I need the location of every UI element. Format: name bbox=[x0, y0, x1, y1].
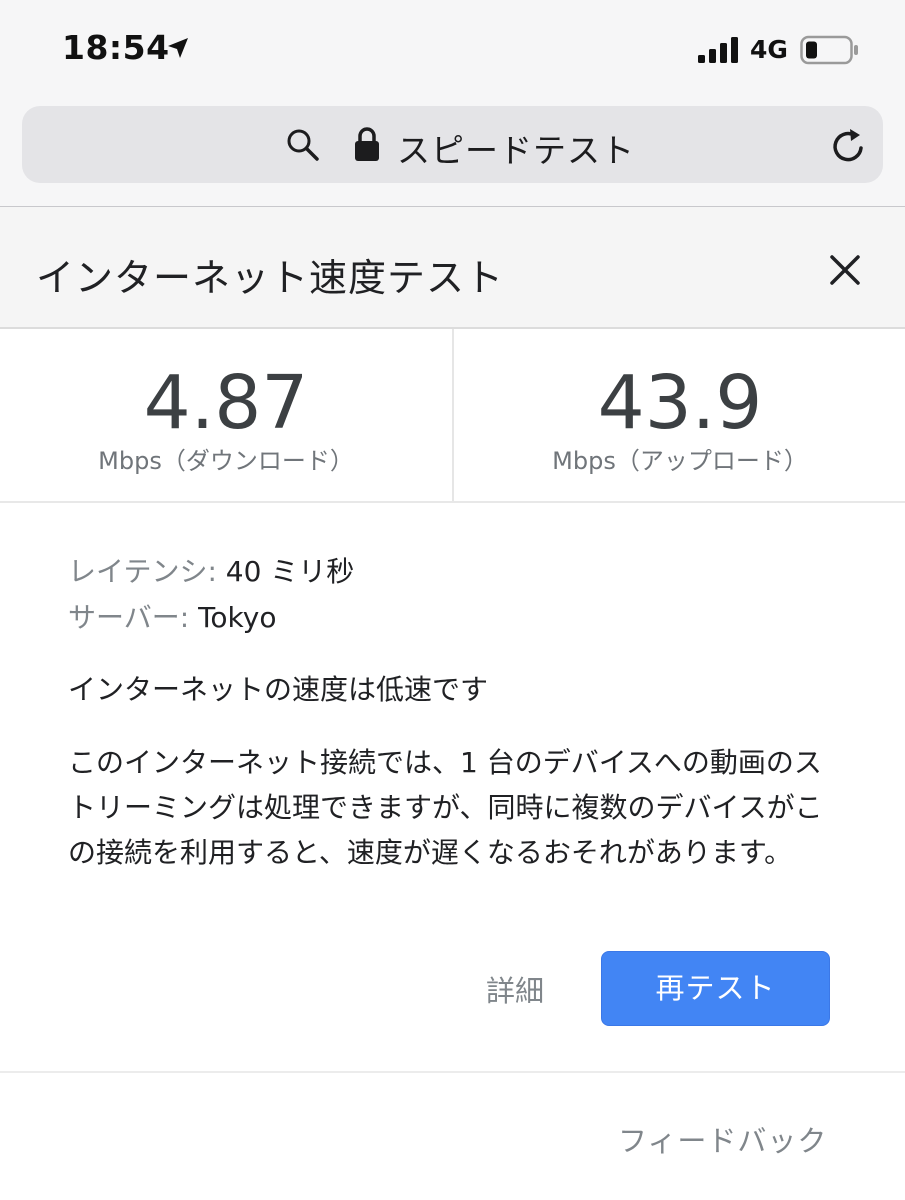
server-row: サーバー: Tokyo bbox=[68, 596, 276, 636]
details-button[interactable]: 詳細 bbox=[486, 968, 544, 1010]
address-bar[interactable]: スピードテスト bbox=[22, 106, 883, 183]
speed-test-header: インターネット速度テスト bbox=[0, 207, 905, 329]
footer-divider bbox=[0, 1071, 905, 1073]
speed-results: 4.87 Mbps（ダウンロード） 43.9 Mbps（アップロード） bbox=[0, 329, 905, 503]
search-icon bbox=[287, 129, 319, 161]
retest-button[interactable]: 再テスト bbox=[601, 951, 830, 1026]
download-speed-value: 4.87 bbox=[143, 360, 309, 446]
battery-icon bbox=[800, 35, 858, 65]
latency-value: 40 ミリ秒 bbox=[225, 555, 355, 588]
feedback-link[interactable]: フィードバック bbox=[618, 1118, 827, 1160]
latency-label: レイテンシ: bbox=[68, 555, 217, 588]
location-arrow-icon bbox=[168, 38, 188, 58]
server-value: Tokyo bbox=[198, 601, 277, 634]
reload-icon[interactable] bbox=[828, 126, 868, 166]
card-title: インターネット速度テスト bbox=[36, 256, 505, 300]
upload-panel: 43.9 Mbps（アップロード） bbox=[454, 329, 905, 501]
download-panel: 4.87 Mbps（ダウンロード） bbox=[0, 329, 452, 501]
browser-toolbar: スピードテスト bbox=[0, 96, 905, 207]
download-speed-unit: Mbps（ダウンロード） bbox=[98, 447, 354, 475]
speed-description: このインターネット接続では、1 台のデバイスへの動画のストリーミングは処理できま… bbox=[68, 746, 823, 869]
upload-speed-value: 43.9 bbox=[597, 360, 763, 446]
status-time: 18:54 bbox=[62, 28, 170, 67]
latency-row: レイテンシ: 40 ミリ秒 bbox=[68, 550, 354, 590]
speed-summary: インターネットの速度は低速です bbox=[68, 673, 489, 706]
close-icon[interactable] bbox=[820, 245, 870, 295]
upload-speed-unit: Mbps（アップロード） bbox=[552, 447, 808, 475]
server-label: サーバー: bbox=[68, 601, 190, 634]
network-type: 4G bbox=[750, 35, 788, 64]
cellular-signal-icon bbox=[698, 37, 738, 63]
status-bar: 18:54 4G bbox=[0, 0, 905, 96]
lock-icon bbox=[355, 127, 379, 161]
address-text: スピードテスト bbox=[397, 131, 635, 170]
